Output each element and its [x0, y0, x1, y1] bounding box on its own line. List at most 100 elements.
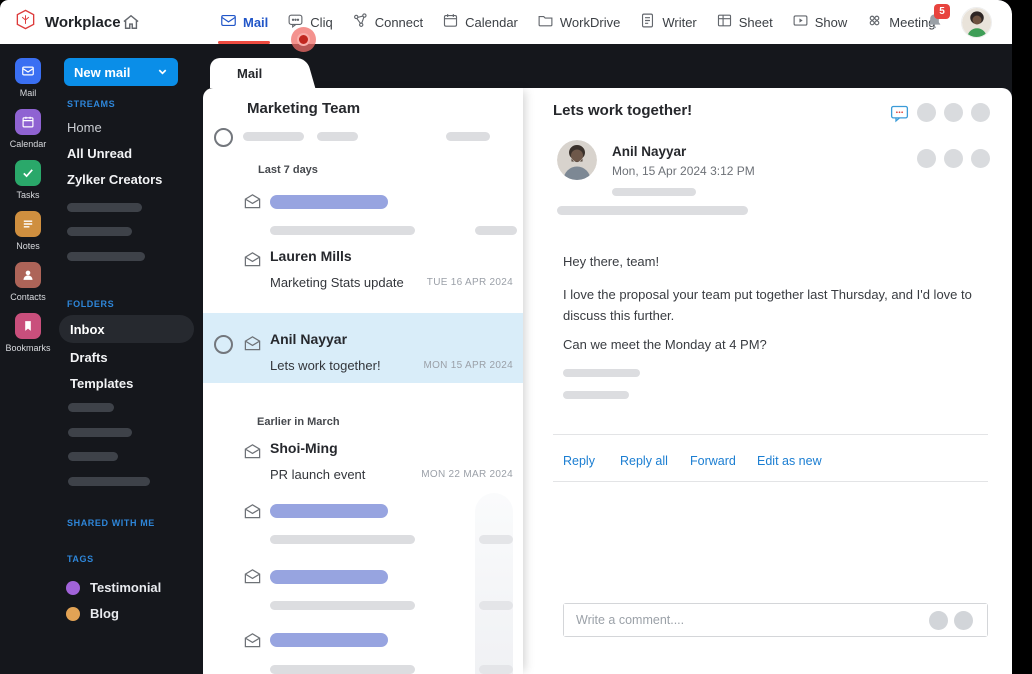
new-mail-button[interactable]: New mail [64, 58, 178, 86]
nav-label: Cliq [310, 14, 333, 30]
sidebar-tag-testimonial[interactable]: Testimonial [66, 580, 161, 595]
select-all-checkbox[interactable] [214, 128, 233, 147]
rail-item-contacts[interactable]: Contacts [0, 262, 56, 302]
bookmarks-app-icon [15, 313, 41, 339]
sender-name: Anil Nayyar [612, 144, 687, 159]
sender-avatar [557, 140, 597, 180]
skeleton-bar [317, 132, 358, 141]
envelope-icon [243, 502, 262, 521]
envelope-icon [243, 631, 262, 650]
skeleton-action-circle[interactable] [944, 103, 963, 122]
skeleton-bar [243, 132, 304, 141]
home-icon[interactable] [121, 12, 141, 32]
notifications-bell-icon[interactable]: 5 [925, 4, 950, 32]
mail-sidebar: New mail STREAMS Home All Unread Zylker … [56, 44, 203, 674]
reply-all-button[interactable]: Reply all [620, 454, 668, 468]
skeleton-bar [67, 227, 132, 236]
reply-button[interactable]: Reply [563, 454, 595, 468]
network-icon [352, 12, 369, 32]
list-item-skeleton[interactable] [203, 498, 523, 562]
shared-section-header: SHARED WITH ME [67, 518, 155, 528]
skeleton-bar [270, 570, 388, 584]
envelope-icon [243, 567, 262, 586]
list-item-skeleton[interactable] [203, 628, 523, 674]
envelope-icon [243, 250, 262, 269]
skeleton-bar [270, 633, 388, 647]
folder-icon [537, 12, 554, 32]
skeleton-action-circle[interactable] [971, 149, 990, 168]
nav-item-connect[interactable]: Connect [352, 0, 423, 44]
comment-box [563, 603, 988, 637]
nav-item-workdrive[interactable]: WorkDrive [537, 0, 620, 44]
list-item-lauren-mills[interactable]: Lauren Mills Marketing Stats update TUE … [203, 246, 523, 310]
rail-item-notes[interactable]: Notes [0, 211, 56, 251]
sidebar-item-all-unread[interactable]: All Unread [67, 146, 132, 161]
streams-section-header: STREAMS [67, 99, 116, 109]
nav-item-sheet[interactable]: Sheet [716, 0, 773, 44]
sidebar-item-inbox[interactable]: Inbox [59, 315, 194, 343]
skeleton-action-circle[interactable] [929, 611, 948, 630]
list-item-anil-nayyar[interactable]: Anil Nayyar Lets work together! MON 15 A… [203, 313, 523, 383]
edit-as-new-button[interactable]: Edit as new [757, 454, 822, 468]
topbar-right: 5 [925, 0, 992, 44]
nav-item-show[interactable]: Show [792, 0, 847, 44]
skeleton-action-circle[interactable] [917, 103, 936, 122]
list-item-skeleton[interactable] [203, 186, 523, 250]
sidebar-tag-blog[interactable]: Blog [66, 606, 119, 621]
skeleton-bar [270, 601, 415, 610]
mail-body-greeting: Hey there, team! [563, 254, 660, 269]
skeleton-bar [446, 132, 490, 141]
skeleton-bar [475, 226, 517, 235]
skeleton-bar [479, 665, 513, 674]
nav-label: Writer [662, 14, 697, 30]
divider [553, 481, 988, 482]
skeleton-action-circle[interactable] [917, 149, 936, 168]
mail-body-paragraph: I love the proposal your team put togeth… [563, 287, 972, 323]
rail-label: Mail [19, 88, 37, 98]
skeleton-bar [68, 403, 114, 412]
nav-item-calendar[interactable]: Calendar [442, 0, 518, 44]
list-item-skeleton[interactable] [203, 563, 523, 627]
topbar: Workplace Mail Cliq Connect Calendar Wor… [0, 0, 1012, 44]
list-header: Marketing Team [247, 100, 361, 117]
nav-item-mail[interactable]: Mail [217, 0, 271, 44]
skeleton-action-circle[interactable] [971, 103, 990, 122]
comments-icon[interactable] [889, 103, 910, 124]
rail-item-calendar[interactable]: Calendar [0, 109, 56, 149]
tasks-app-icon [15, 160, 41, 186]
tab-mail[interactable]: Mail [210, 58, 302, 88]
rail-item-mail[interactable]: Mail [0, 58, 56, 98]
user-avatar[interactable] [961, 6, 992, 38]
sidebar-item-templates[interactable]: Templates [70, 376, 133, 391]
skeleton-bar [563, 369, 640, 377]
list-item-shoi-ming[interactable]: Shoi-Ming PR launch event MON 22 MAR 202… [203, 438, 523, 502]
mail-list-panel: Marketing Team Last 7 days Lauren Mills … [203, 88, 523, 674]
contacts-app-icon [15, 262, 41, 288]
nav-item-writer[interactable]: Writer [639, 0, 697, 44]
tags-section-header: TAGS [67, 554, 94, 564]
mail-checkbox[interactable] [214, 335, 233, 354]
nav-label: Mail [243, 14, 269, 30]
skeleton-action-circle[interactable] [944, 149, 963, 168]
sidebar-item-zylker-creators[interactable]: Zylker Creators [67, 172, 162, 187]
rail-item-bookmarks[interactable]: Bookmarks [0, 313, 56, 353]
skeleton-bar [270, 226, 415, 235]
presentation-icon [792, 12, 809, 32]
rail-label: Bookmarks [5, 343, 51, 353]
sidebar-item-home[interactable]: Home [67, 120, 102, 135]
skeleton-action-circle[interactable] [954, 611, 973, 630]
workplace-logo-icon [14, 8, 37, 36]
mail-subject: Marketing Stats update [270, 275, 404, 290]
rail-item-tasks[interactable]: Tasks [0, 160, 56, 200]
notification-badge: 5 [934, 4, 950, 19]
mail-date: MON 15 APR 2024 [423, 360, 513, 371]
click-cursor-indicator [291, 27, 316, 52]
tag-color-dot [66, 580, 80, 595]
sidebar-item-drafts[interactable]: Drafts [70, 350, 108, 365]
reading-pane: Lets work together! Anil Nayyar Mon, 15 … [523, 88, 1012, 674]
mail-date: MON 22 MAR 2024 [421, 469, 513, 480]
forward-button[interactable]: Forward [690, 454, 736, 468]
comment-input[interactable] [564, 604, 987, 636]
skeleton-bar [67, 203, 142, 212]
skeleton-bar [270, 195, 388, 209]
